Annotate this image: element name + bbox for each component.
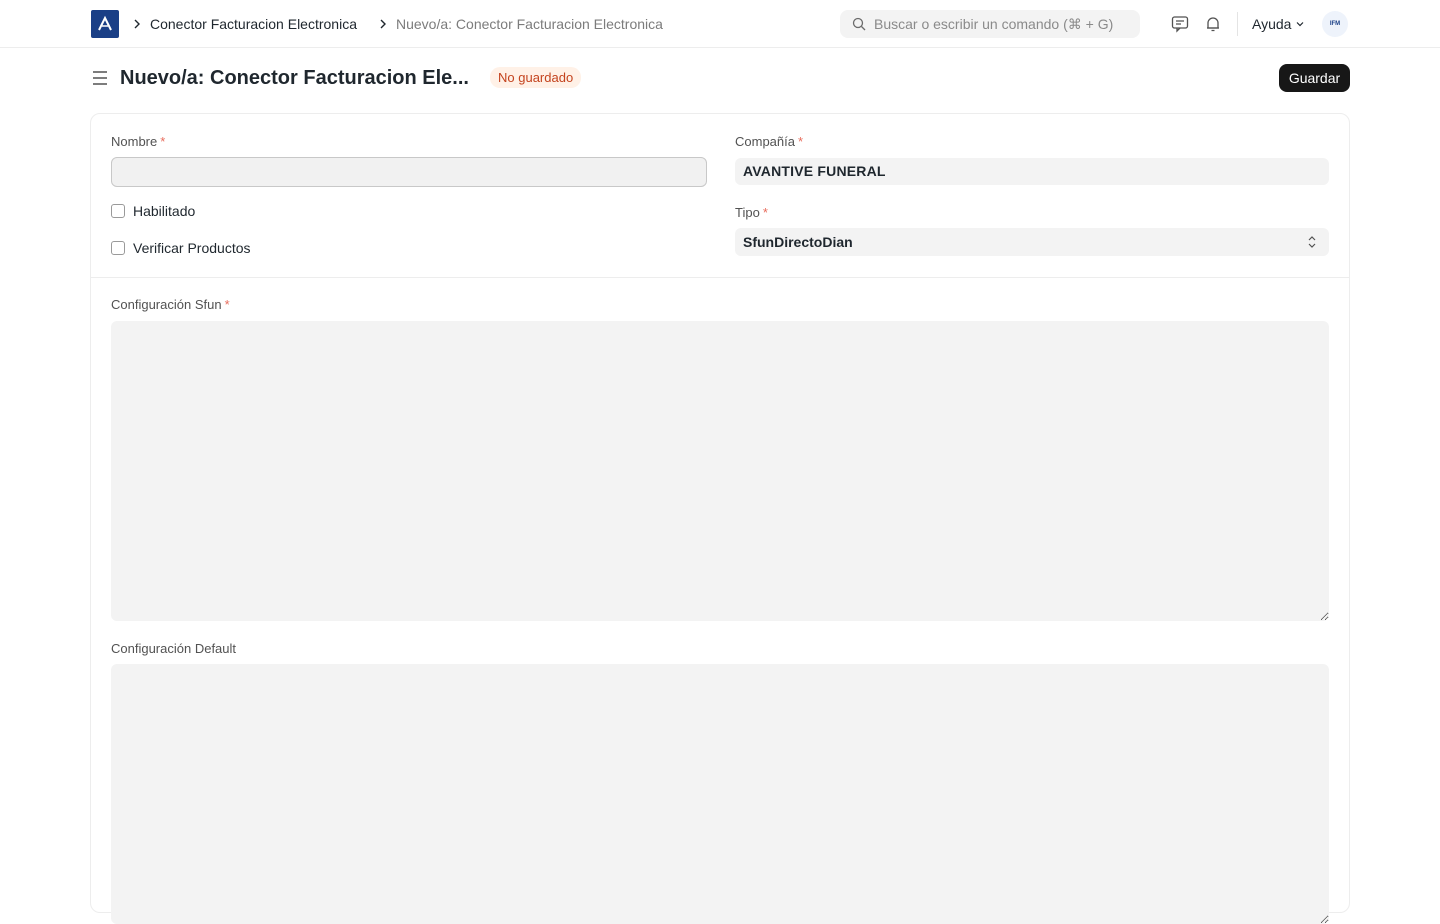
config-default-label: Configuración Default xyxy=(111,641,236,657)
nombre-label-text: Nombre xyxy=(111,134,158,149)
chevron-right-icon xyxy=(134,19,140,29)
page-title: Nuevo/a: Conector Facturacion Ele... xyxy=(120,67,469,89)
form-card: Nombre * Habilitado Verificar Productos C… xyxy=(90,113,1350,924)
tipo-select[interactable]: SfunDirectoDian xyxy=(735,228,1329,256)
navbar: Conector Facturacion Electronica Nuevo/a… xyxy=(0,0,1440,48)
habilitado-label: Habilitado xyxy=(133,203,196,219)
nombre-label: Nombre * xyxy=(111,134,165,150)
search-bar[interactable] xyxy=(840,10,1140,38)
status-badge: No guardado xyxy=(490,67,582,88)
breadcrumb-doctype[interactable]: Conector Facturacion Electronica xyxy=(150,15,357,33)
compania-label: Compañía * xyxy=(735,134,803,150)
habilitado-checkbox[interactable] xyxy=(111,204,125,218)
compania-label-text: Compañía xyxy=(735,134,795,149)
breadcrumb-current: Nuevo/a: Conector Facturacion Electronic… xyxy=(396,16,663,32)
bell-icon[interactable] xyxy=(1203,14,1223,34)
required-marker: * xyxy=(797,134,804,149)
verificar-productos-label: Verificar Productos xyxy=(133,240,251,256)
avatar[interactable]: IFM xyxy=(1322,11,1348,37)
avatar-initials: IFM xyxy=(1329,21,1341,27)
help-dropdown[interactable]: Ayuda xyxy=(1252,15,1305,33)
chevron-down-icon xyxy=(1297,22,1304,27)
config-default-textarea[interactable] xyxy=(111,664,1329,924)
chevron-right-icon xyxy=(380,19,386,29)
compania-field[interactable]: AVANTIVE FUNERAL xyxy=(735,158,1329,185)
chat-icon[interactable] xyxy=(1170,14,1190,34)
logo-icon xyxy=(98,15,112,31)
required-marker: * xyxy=(160,134,166,149)
verificar-productos-checkbox[interactable] xyxy=(111,241,125,255)
select-arrows-icon xyxy=(1308,236,1316,248)
required-marker: * xyxy=(762,205,768,220)
app-logo[interactable] xyxy=(91,10,119,38)
search-input[interactable] xyxy=(874,10,1134,38)
config-sfun-textarea[interactable] xyxy=(111,321,1329,621)
tipo-selected-value: SfunDirectoDian xyxy=(743,234,853,250)
required-marker: * xyxy=(224,297,230,312)
verificar-productos-checkbox-row[interactable]: Verificar Productos xyxy=(111,240,251,256)
nav-divider xyxy=(1237,12,1238,36)
config-sfun-label: Configuración Sfun * xyxy=(111,297,230,313)
search-icon xyxy=(852,17,866,31)
config-default-label-text: Configuración Default xyxy=(111,641,237,656)
section-divider xyxy=(91,277,1349,278)
tipo-label-text: Tipo xyxy=(735,205,760,220)
save-button[interactable]: Guardar xyxy=(1279,64,1350,92)
nombre-input[interactable] xyxy=(111,157,707,187)
tipo-label: Tipo * xyxy=(735,205,768,221)
config-sfun-label-text: Configuración Sfun xyxy=(111,297,222,312)
help-label: Ayuda xyxy=(1252,16,1292,32)
habilitado-checkbox-row[interactable]: Habilitado xyxy=(111,203,195,219)
sidebar-toggle-icon[interactable] xyxy=(91,70,109,86)
